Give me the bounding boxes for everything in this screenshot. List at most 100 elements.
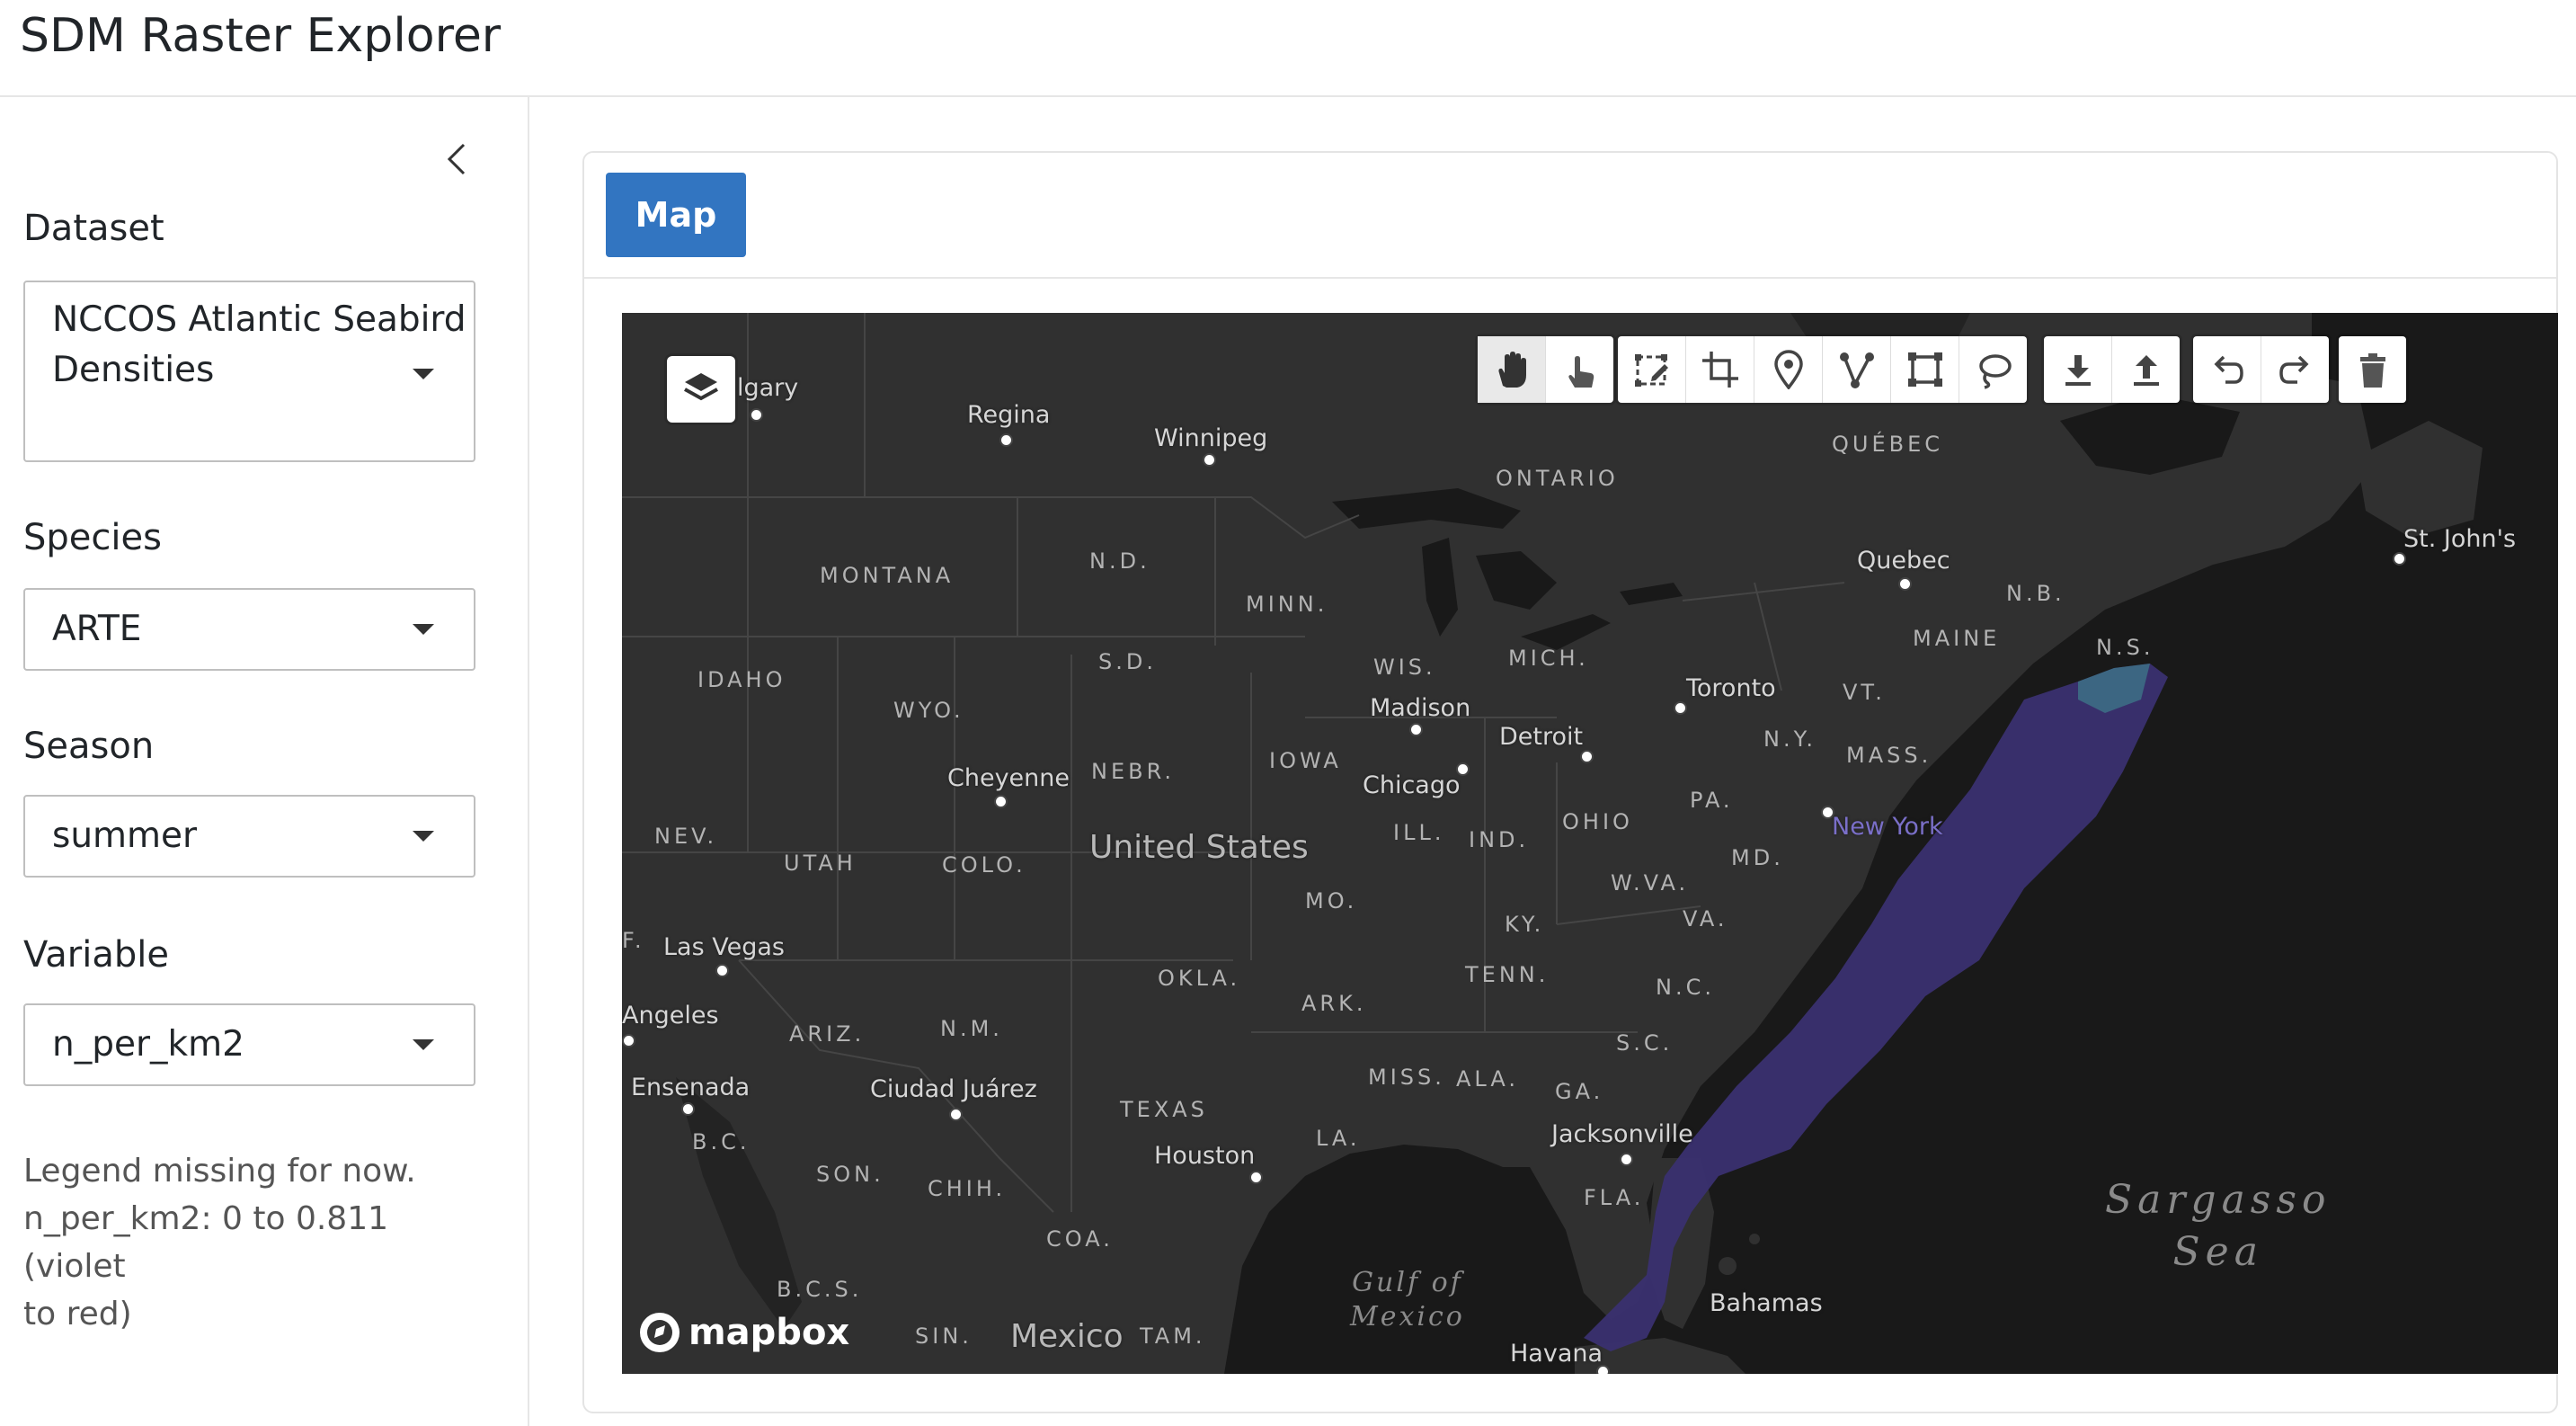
lasso-button[interactable] (1959, 336, 2027, 403)
variable-value: n_per_km2 (52, 1024, 244, 1065)
region-label: WIS. (1373, 655, 1436, 680)
region-label: LA. (1316, 1126, 1361, 1151)
region-label: IDAHO (697, 667, 786, 692)
touch-button[interactable] (1545, 336, 1613, 403)
region-label: MD. (1731, 845, 1784, 870)
region-label: SON. (816, 1162, 884, 1187)
city-dot (1249, 1171, 1263, 1184)
rectangle-icon (1907, 352, 1942, 387)
lasso-icon (1978, 354, 2012, 389)
region-label: B.C.S. (777, 1277, 863, 1302)
dataset-value-line2: Densities (52, 350, 215, 390)
country-label: Mexico (1010, 1318, 1124, 1355)
sea-label: Sargasso Sea (2105, 1174, 2331, 1279)
chevron-down-icon (413, 624, 434, 635)
download-button[interactable] (2044, 336, 2111, 403)
map-view[interactable]: lgary Regina Winnipeg Quebec St. John's … (622, 313, 2558, 1374)
region-label: N.S. (2096, 635, 2154, 660)
region-label: VT. (1843, 680, 1886, 705)
species-select[interactable]: ARTE (23, 588, 475, 671)
region-label: GA. (1555, 1079, 1604, 1104)
polyline-icon (1839, 352, 1874, 388)
region-label: F. (622, 928, 645, 953)
region-label: B.C. (692, 1129, 751, 1154)
variable-select[interactable]: n_per_km2 (23, 1003, 475, 1086)
region-label: COLO. (942, 852, 1026, 878)
toolbar-group-mode (1478, 336, 1613, 403)
dataset-select[interactable]: NCCOS Atlantic Seabird Densities (23, 281, 475, 462)
city-dot (2393, 552, 2406, 566)
edit-box-button[interactable] (1618, 336, 1685, 403)
crop-icon (1701, 352, 1738, 388)
collapse-sidebar-button[interactable] (437, 137, 476, 182)
city-dot (994, 795, 1008, 808)
sea-label-line1: Sargasso (2105, 1177, 2332, 1223)
city-label: Jacksonville (1551, 1120, 1693, 1148)
region-label: W.VA. (1611, 870, 1690, 896)
city-label: St. John's (2403, 525, 2517, 553)
season-select[interactable]: summer (23, 795, 475, 878)
city-label: Bahamas (1710, 1289, 1823, 1317)
sidebar: Dataset NCCOS Atlantic Seabird Densities… (0, 97, 529, 1426)
mapbox-wordmark: mapbox (688, 1312, 850, 1353)
region-label: S.C. (1616, 1030, 1674, 1056)
species-value: ARTE (52, 609, 142, 649)
region-label: UTAH (784, 851, 857, 876)
region-label: MONTANA (820, 563, 955, 588)
toolbar-group-delete (2339, 336, 2406, 403)
region-label: CHIH. (928, 1176, 1007, 1201)
city-label: Detroit (1499, 723, 1584, 751)
city-dot (1620, 1153, 1633, 1166)
marker-icon (1773, 350, 1803, 389)
mapbox-logo[interactable]: mapbox (638, 1311, 849, 1354)
rectangle-button[interactable] (1890, 336, 1959, 403)
region-label: ALA. (1456, 1066, 1519, 1092)
region-label: PA. (1690, 788, 1734, 813)
region-label: ARK. (1301, 991, 1367, 1016)
region-label: MO. (1305, 888, 1358, 914)
city-dot (1409, 723, 1423, 736)
season-value: summer (52, 815, 198, 856)
region-label: FLA. (1584, 1185, 1645, 1210)
city-dot (949, 1108, 963, 1121)
region-label: MASS. (1846, 743, 1932, 768)
region-label: TENN. (1465, 962, 1550, 987)
dataset-label: Dataset (23, 208, 164, 249)
city-dot (1674, 701, 1687, 715)
pan-hand-button[interactable] (1478, 336, 1545, 403)
marker-button[interactable] (1754, 336, 1822, 403)
crop-button[interactable] (1685, 336, 1754, 403)
legend-note-line3: to red) (23, 1296, 132, 1332)
season-label: Season (23, 726, 155, 767)
trash-icon (2359, 353, 2385, 388)
download-icon (2065, 355, 2091, 386)
gulf-label: Gulf of Mexico (1350, 1266, 1465, 1334)
region-label: N.Y. (1763, 726, 1817, 752)
region-label: TAM. (1140, 1324, 1206, 1349)
toolbar-group-io (2044, 336, 2180, 403)
undo-button[interactable] (2193, 336, 2261, 403)
upload-button[interactable] (2111, 336, 2180, 403)
chevron-down-icon (413, 831, 434, 842)
region-label: COA. (1046, 1226, 1114, 1252)
city-label: Angeles (622, 1002, 719, 1029)
delete-button[interactable] (2339, 336, 2406, 403)
chevron-down-icon (413, 1039, 434, 1050)
chevron-down-icon (413, 369, 434, 379)
dataset-value-line1: NCCOS Atlantic Seabird (52, 299, 466, 340)
app-title: SDM Raster Explorer (20, 9, 502, 63)
layers-control-button[interactable] (667, 356, 735, 423)
region-label: WYO. (893, 698, 964, 723)
region-label: NEBR. (1091, 759, 1176, 784)
city-label: Las Vegas (663, 933, 785, 961)
region-label: N.M. (940, 1016, 1003, 1041)
polyline-button[interactable] (1822, 336, 1890, 403)
app-header: SDM Raster Explorer (0, 0, 2576, 97)
region-label: NEV. (654, 824, 718, 849)
legend-note-line2: n_per_km2: 0 to 0.811 (violet (23, 1200, 389, 1285)
edit-box-icon (1634, 354, 1668, 387)
tab-map[interactable]: Map (606, 173, 746, 257)
redo-button[interactable] (2261, 336, 2329, 403)
region-label: IOWA (1269, 748, 1342, 773)
city-label: Regina (967, 401, 1051, 429)
